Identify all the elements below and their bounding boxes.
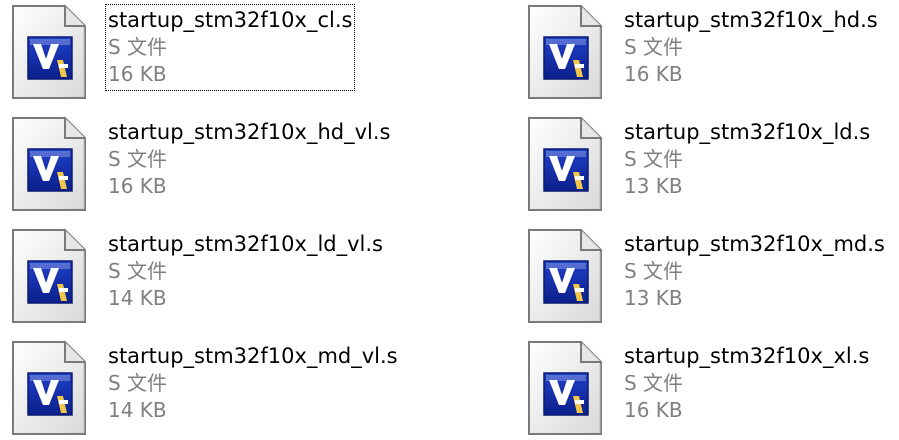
file-name: startup_stm32f10x_hd_vl.s <box>108 120 391 144</box>
file-type: S 文件 <box>108 259 168 283</box>
visual-studio-source-file-icon[interactable] <box>527 4 603 100</box>
visual-studio-source-file-icon[interactable] <box>527 116 603 212</box>
file-tile[interactable]: startup_stm32f10x_hd_vl.s S 文件 16 KB <box>11 112 391 212</box>
file-name: startup_stm32f10x_cl.s <box>108 8 353 32</box>
file-size: 14 KB <box>108 398 167 422</box>
file-tile[interactable]: startup_stm32f10x_xl.s S 文件 16 KB <box>527 336 899 436</box>
file-tile-text: startup_stm32f10x_xl.s S 文件 16 KB <box>621 340 872 427</box>
file-type: S 文件 <box>624 259 684 283</box>
file-name: startup_stm32f10x_ld.s <box>624 120 871 144</box>
file-size: 16 KB <box>624 62 683 86</box>
file-type: S 文件 <box>624 147 684 171</box>
file-size: 16 KB <box>108 174 167 198</box>
file-tile[interactable]: startup_stm32f10x_md_vl.s S 文件 14 KB <box>11 336 398 436</box>
visual-studio-source-file-icon[interactable] <box>527 228 603 324</box>
file-tile-text: startup_stm32f10x_hd.s S 文件 16 KB <box>621 4 881 91</box>
file-size: 13 KB <box>624 174 683 198</box>
file-type: S 文件 <box>108 35 168 59</box>
file-tile[interactable]: startup_stm32f10x_ld.s S 文件 13 KB <box>527 112 899 212</box>
file-name: startup_stm32f10x_hd.s <box>624 8 878 32</box>
visual-studio-source-file-icon[interactable] <box>11 4 87 100</box>
file-name: startup_stm32f10x_xl.s <box>624 344 870 368</box>
file-name: startup_stm32f10x_ld_vl.s <box>108 232 383 256</box>
file-tile-text: startup_stm32f10x_md.s S 文件 13 KB <box>621 228 888 315</box>
visual-studio-source-file-icon[interactable] <box>11 340 87 436</box>
file-tile[interactable]: startup_stm32f10x_cl.s S 文件 16 KB <box>11 0 391 100</box>
file-tiles-view: startup_stm32f10x_cl.s S 文件 16 KB startu… <box>0 0 899 437</box>
file-type: S 文件 <box>108 371 168 395</box>
file-name: startup_stm32f10x_md.s <box>624 232 885 256</box>
file-tile-text: startup_stm32f10x_cl.s S 文件 16 KB <box>105 4 356 91</box>
visual-studio-source-file-icon[interactable] <box>11 116 87 212</box>
file-size: 13 KB <box>624 286 683 310</box>
file-name: startup_stm32f10x_md_vl.s <box>108 344 398 368</box>
file-size: 16 KB <box>108 62 167 86</box>
file-tile-text: startup_stm32f10x_hd_vl.s S 文件 16 KB <box>105 116 393 203</box>
file-type: S 文件 <box>624 371 684 395</box>
file-tile[interactable]: startup_stm32f10x_hd.s S 文件 16 KB <box>527 0 899 100</box>
file-size: 14 KB <box>108 286 167 310</box>
file-tile[interactable]: startup_stm32f10x_ld_vl.s S 文件 14 KB <box>11 224 391 324</box>
visual-studio-source-file-icon[interactable] <box>527 340 603 436</box>
file-tile-text: startup_stm32f10x_ld.s S 文件 13 KB <box>621 116 873 203</box>
file-tile-text: startup_stm32f10x_ld_vl.s S 文件 14 KB <box>105 228 386 315</box>
file-size: 16 KB <box>624 398 683 422</box>
file-tile-text: startup_stm32f10x_md_vl.s S 文件 14 KB <box>105 340 401 427</box>
file-type: S 文件 <box>624 35 684 59</box>
visual-studio-source-file-icon[interactable] <box>11 228 87 324</box>
file-type: S 文件 <box>108 147 168 171</box>
file-tile[interactable]: startup_stm32f10x_md.s S 文件 13 KB <box>527 224 899 324</box>
